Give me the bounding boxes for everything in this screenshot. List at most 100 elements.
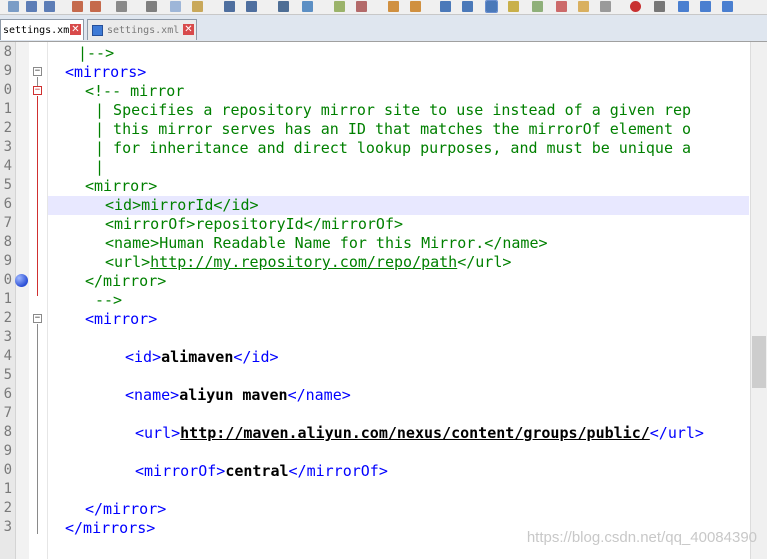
- url-link[interactable]: http://maven.aliyun.com/nexus/content/gr…: [180, 424, 650, 442]
- close-all-icon[interactable]: [90, 1, 101, 12]
- sync-h-icon[interactable]: [410, 1, 421, 12]
- line-number: 5: [3, 177, 12, 193]
- line-number: 0: [3, 82, 12, 98]
- fold-line-mirrors: [37, 77, 38, 86]
- line-number: 5: [3, 367, 12, 383]
- code-editor[interactable]: |--> <mirrors> <!-- mirror | Specifies a…: [48, 42, 749, 559]
- line-number: 6: [3, 386, 12, 402]
- close-icon[interactable]: [72, 1, 83, 12]
- tab-label: settings.xml: [3, 25, 76, 36]
- line-number: 1: [3, 101, 12, 117]
- code-line: <url>http://my.repository.com/repo/path<…: [105, 253, 512, 271]
- line-number: 8: [3, 424, 12, 440]
- code-line: |: [95, 158, 105, 176]
- code-line: <url>http://maven.aliyun.com/nexus/conte…: [135, 424, 704, 442]
- code-line: | for inheritance and direct lookup purp…: [95, 139, 692, 157]
- fold-line-comment: [37, 96, 38, 296]
- code-line: <name>aliyun maven</name>: [125, 386, 351, 404]
- code-line: <id>alimaven</id>: [125, 348, 279, 366]
- fold-margin[interactable]: [29, 42, 48, 559]
- fold-toggle-mirror[interactable]: −: [33, 314, 42, 323]
- cut-icon[interactable]: [146, 1, 157, 12]
- line-number: 8: [3, 234, 12, 250]
- line-number: 9: [3, 63, 12, 79]
- line-number: 9: [3, 253, 12, 269]
- floppy-icon: [92, 24, 103, 36]
- code-line: </mirrors>: [65, 519, 156, 537]
- tab-label: settings.xml: [107, 25, 180, 36]
- lang-icon[interactable]: [508, 1, 519, 12]
- redo-icon[interactable]: [246, 1, 257, 12]
- all-chars-icon[interactable]: [462, 1, 473, 12]
- code-line: <mirrorOf>central</mirrorOf>: [135, 462, 388, 480]
- vertical-scrollbar[interactable]: [750, 42, 767, 559]
- sync-v-icon[interactable]: [388, 1, 399, 12]
- fold-toggle-comment[interactable]: −: [33, 86, 42, 95]
- indent-guide-icon[interactable]: [485, 0, 498, 13]
- line-number: 2: [3, 120, 12, 136]
- code-line: <mirror>: [85, 177, 158, 195]
- line-number: 3: [3, 139, 12, 155]
- zoom-in-icon[interactable]: [334, 1, 345, 12]
- close-tab-icon[interactable]: ✕: [183, 24, 194, 35]
- line-number: 7: [3, 405, 12, 421]
- line-number: 4: [3, 158, 12, 174]
- new-file-icon[interactable]: [8, 1, 19, 12]
- line-number: 4: [3, 348, 12, 364]
- tab-settings-active[interactable]: settings.xml ✕: [0, 19, 84, 40]
- line-number: 9: [3, 443, 12, 459]
- copy-icon[interactable]: [170, 1, 181, 12]
- line-number: 1: [3, 481, 12, 497]
- line-number: 0: [3, 462, 12, 478]
- code-line: </mirror>: [85, 272, 167, 290]
- code-line: <!-- mirror: [85, 82, 185, 100]
- code-line: -->: [95, 291, 123, 309]
- scrollbar-thumb[interactable]: [752, 336, 766, 388]
- code-line: </mirror>: [85, 500, 167, 518]
- play-icon[interactable]: [678, 1, 689, 12]
- code-line: <name>Human Readable Name for this Mirro…: [105, 234, 548, 252]
- code-line: | this mirror serves has an ID that matc…: [95, 120, 692, 138]
- close-tab-icon[interactable]: ✕: [70, 24, 81, 35]
- line-number: 3: [3, 519, 12, 535]
- monitor-icon[interactable]: [600, 1, 611, 12]
- code-line: <mirrorOf>repositoryId</mirrorOf>: [105, 215, 404, 233]
- line-number: 7: [3, 215, 12, 231]
- toolbar: [0, 0, 767, 15]
- wrap-icon[interactable]: [440, 1, 451, 12]
- watermark: https://blog.csdn.net/qq_40084390: [526, 529, 757, 546]
- zoom-out-icon[interactable]: [356, 1, 367, 12]
- record-icon[interactable]: [630, 1, 641, 12]
- current-line: <id>mirrorId</id>: [48, 196, 749, 215]
- line-number: 3: [3, 329, 12, 345]
- tab-settings-inactive[interactable]: settings.xml ✕: [87, 19, 197, 40]
- paste-icon[interactable]: [192, 1, 203, 12]
- folder-icon[interactable]: [578, 1, 589, 12]
- fold-toggle-mirrors[interactable]: −: [33, 67, 42, 76]
- line-number: 1: [3, 291, 12, 307]
- function-icon[interactable]: [556, 1, 567, 12]
- line-number: 8: [3, 44, 12, 60]
- line-number: 2: [3, 310, 12, 326]
- save-all-icon[interactable]: [44, 1, 55, 12]
- bookmark-margin[interactable]: [16, 42, 29, 559]
- tab-bar: settings.xml ✕ settings.xml ✕: [0, 15, 767, 42]
- line-number: 6: [3, 196, 12, 212]
- code-line: <mirrors>: [65, 63, 147, 81]
- line-number: 0: [3, 272, 12, 288]
- print-icon[interactable]: [116, 1, 127, 12]
- code-line: |-->: [78, 44, 115, 62]
- undo-icon[interactable]: [224, 1, 235, 12]
- bookmark-icon[interactable]: [15, 274, 28, 287]
- code-line: <mirror>: [85, 310, 158, 328]
- fold-line-mirror: [37, 324, 38, 534]
- play-multiple-icon[interactable]: [700, 1, 711, 12]
- save-icon[interactable]: [26, 1, 37, 12]
- save-macro-icon[interactable]: [722, 1, 733, 12]
- stop-icon[interactable]: [654, 1, 665, 12]
- replace-icon[interactable]: [302, 1, 313, 12]
- line-number: 2: [3, 500, 12, 516]
- find-icon[interactable]: [278, 1, 289, 12]
- code-line: | Specifies a repository mirror site to …: [95, 101, 692, 119]
- map-icon[interactable]: [532, 1, 543, 12]
